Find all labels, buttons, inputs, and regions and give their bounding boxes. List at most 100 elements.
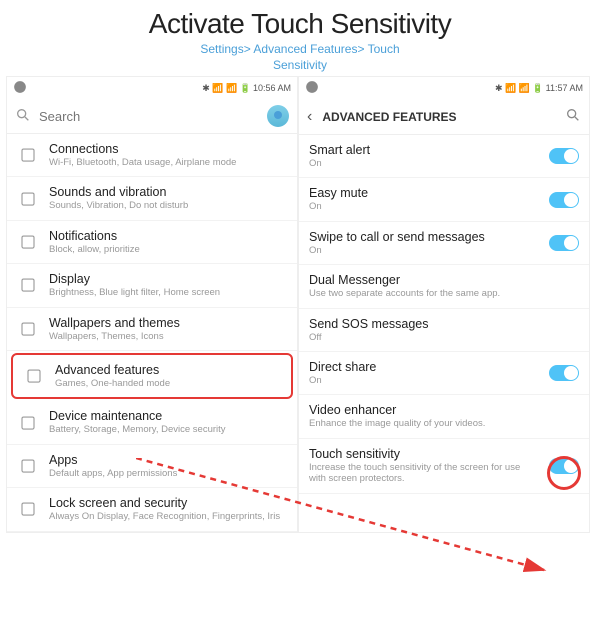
row-title: Lock screen and security (49, 496, 287, 510)
row-title: Video enhancer (309, 403, 579, 417)
row-labels: Apps Default apps, App permissions (49, 453, 287, 479)
row-icon (17, 276, 39, 294)
breadcrumb-1: Settings> Advanced Features> Touch (0, 42, 600, 56)
feature-row-swipe-to-call-or-send-messages[interactable]: Swipe to call or send messages On (299, 222, 589, 265)
row-title: Touch sensitivity (309, 447, 539, 461)
page-title: Activate Touch Sensitivity (0, 8, 600, 40)
row-icon (17, 500, 39, 518)
row-subtitle: Default apps, App permissions (49, 468, 287, 479)
row-icon (23, 367, 45, 385)
settings-row-lock-screen-and-security[interactable]: Lock screen and security Always On Displ… (7, 488, 297, 531)
row-title: Smart alert (309, 143, 539, 157)
reddit-icon (13, 80, 27, 96)
page-header: Activate Touch Sensitivity Settings> Adv… (0, 0, 600, 76)
feature-row-touch-sensitivity[interactable]: Touch sensitivity Increase the touch sen… (299, 439, 589, 494)
toggle-switch[interactable] (549, 458, 579, 474)
clock: 11:57 AM (546, 83, 583, 93)
row-icon (17, 190, 39, 208)
row-labels: Display Brightness, Blue light filter, H… (49, 272, 287, 298)
row-title: Advanced features (55, 363, 281, 377)
row-subtitle: Battery, Storage, Memory, Device securit… (49, 424, 287, 435)
row-labels: Send SOS messages Off (309, 317, 579, 343)
screen-header: ‹ ADVANCED FEATURES (299, 99, 589, 135)
settings-row-connections[interactable]: Connections Wi-Fi, Bluetooth, Data usage… (7, 134, 297, 177)
row-title: Sounds and vibration (49, 185, 287, 199)
row-subtitle: On (309, 158, 539, 169)
search-icon[interactable] (565, 107, 581, 126)
settings-row-notifications[interactable]: Notifications Block, allow, prioritize (7, 221, 297, 264)
row-labels: Smart alert On (309, 143, 539, 169)
settings-row-apps[interactable]: Apps Default apps, App permissions (7, 445, 297, 488)
row-title: Easy mute (309, 186, 539, 200)
feature-row-easy-mute[interactable]: Easy mute On (299, 178, 589, 221)
row-subtitle: Wi-Fi, Bluetooth, Data usage, Airplane m… (49, 157, 287, 168)
feature-row-direct-share[interactable]: Direct share On (299, 352, 589, 395)
advanced-features-screen: ✱ 📶 📶 🔋 11:57 AM ‹ ADVANCED FEATURES Sma… (298, 76, 590, 533)
row-labels: Dual Messenger Use two separate accounts… (309, 273, 579, 299)
row-labels: Lock screen and security Always On Displ… (49, 496, 287, 522)
breadcrumb-2: Sensitivity (0, 58, 600, 72)
row-labels: Notifications Block, allow, prioritize (49, 229, 287, 255)
row-title: Notifications (49, 229, 287, 243)
row-title: Display (49, 272, 287, 286)
feature-row-send-sos-messages[interactable]: Send SOS messages Off (299, 309, 589, 352)
row-labels: Swipe to call or send messages On (309, 230, 539, 256)
row-labels: Connections Wi-Fi, Bluetooth, Data usage… (49, 142, 287, 168)
screen-title: ADVANCED FEATURES (322, 110, 555, 124)
row-subtitle: Enhance the image quality of your videos… (309, 418, 579, 429)
profile-avatar[interactable] (267, 105, 289, 127)
row-title: Direct share (309, 360, 539, 374)
feature-row-video-enhancer[interactable]: Video enhancer Enhance the image quality… (299, 395, 589, 438)
search-input[interactable] (39, 109, 259, 124)
settings-row-advanced-features[interactable]: Advanced features Games, One-handed mode (11, 353, 293, 399)
row-labels: Video enhancer Enhance the image quality… (309, 403, 579, 429)
row-title: Send SOS messages (309, 317, 579, 331)
row-subtitle: Always On Display, Face Recognition, Fin… (49, 511, 287, 522)
toggle-switch[interactable] (549, 235, 579, 251)
row-title: Swipe to call or send messages (309, 230, 539, 244)
row-subtitle: Use two separate accounts for the same a… (309, 288, 579, 299)
row-subtitle: On (309, 201, 539, 212)
row-icon (17, 320, 39, 338)
row-title: Dual Messenger (309, 273, 579, 287)
row-subtitle: Brightness, Blue light filter, Home scre… (49, 287, 287, 298)
row-labels: Easy mute On (309, 186, 539, 212)
settings-row-display[interactable]: Display Brightness, Blue light filter, H… (7, 264, 297, 307)
row-title: Device maintenance (49, 409, 287, 423)
search-bar[interactable] (7, 99, 297, 134)
status-bar: ✱ 📶 📶 🔋 10:56 AM (7, 77, 297, 99)
toggle-switch[interactable] (549, 192, 579, 208)
row-icon (17, 414, 39, 432)
row-labels: Sounds and vibration Sounds, Vibration, … (49, 185, 287, 211)
settings-row-wallpapers-and-themes[interactable]: Wallpapers and themes Wallpapers, Themes… (7, 308, 297, 351)
status-right: ✱ 📶 📶 🔋 10:56 AM (202, 83, 291, 94)
row-subtitle: On (309, 375, 539, 386)
row-title: Apps (49, 453, 287, 467)
settings-row-device-maintenance[interactable]: Device maintenance Battery, Storage, Mem… (7, 401, 297, 444)
row-subtitle: Sounds, Vibration, Do not disturb (49, 200, 287, 211)
row-icon (17, 233, 39, 251)
row-subtitle: Increase the touch sensitivity of the sc… (309, 462, 539, 485)
feature-row-dual-messenger[interactable]: Dual Messenger Use two separate accounts… (299, 265, 589, 308)
toggle-switch[interactable] (549, 148, 579, 164)
reddit-icon (305, 80, 319, 96)
back-icon[interactable]: ‹ (307, 108, 312, 126)
clock: 10:56 AM (253, 83, 291, 93)
row-labels: Wallpapers and themes Wallpapers, Themes… (49, 316, 287, 342)
row-labels: Direct share On (309, 360, 539, 386)
row-title: Wallpapers and themes (49, 316, 287, 330)
status-bar: ✱ 📶 📶 🔋 11:57 AM (299, 77, 589, 99)
row-labels: Touch sensitivity Increase the touch sen… (309, 447, 539, 485)
screens-container: ✱ 📶 📶 🔋 10:56 AM Connections Wi-Fi, Blue… (0, 76, 600, 533)
toggle-switch[interactable] (549, 365, 579, 381)
settings-screen: ✱ 📶 📶 🔋 10:56 AM Connections Wi-Fi, Blue… (6, 76, 298, 533)
row-labels: Advanced features Games, One-handed mode (55, 363, 281, 389)
status-right: ✱ 📶 📶 🔋 11:57 AM (495, 83, 583, 94)
row-labels: Device maintenance Battery, Storage, Mem… (49, 409, 287, 435)
feature-row-smart-alert[interactable]: Smart alert On (299, 135, 589, 178)
settings-row-sounds-and-vibration[interactable]: Sounds and vibration Sounds, Vibration, … (7, 177, 297, 220)
row-subtitle: Off (309, 332, 579, 343)
row-icon (17, 146, 39, 164)
row-title: Connections (49, 142, 287, 156)
row-subtitle: Games, One-handed mode (55, 378, 281, 389)
